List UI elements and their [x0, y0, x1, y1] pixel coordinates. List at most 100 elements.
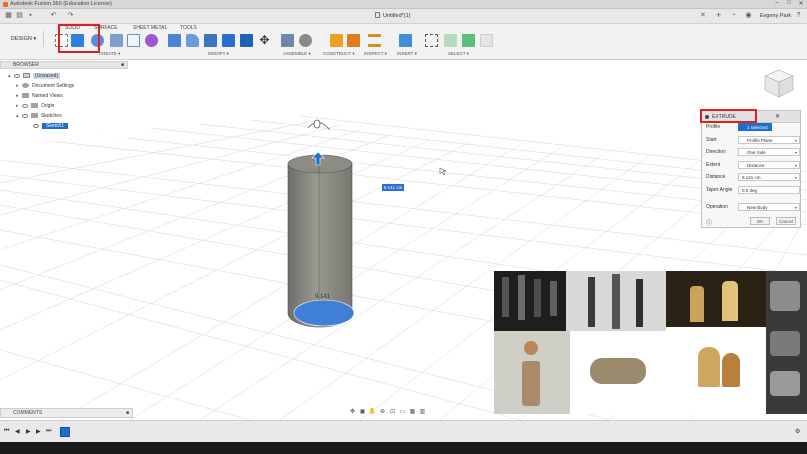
start-select[interactable]: Profile Plane ▾: [738, 136, 800, 144]
reference-image-5: [494, 331, 570, 414]
browser-item-origin[interactable]: ▸ Origin: [16, 102, 54, 110]
sweep-icon[interactable]: [110, 34, 123, 47]
operation-select[interactable]: New Body ▾: [738, 203, 800, 211]
paint-select-icon[interactable]: [462, 34, 475, 47]
pin-icon[interactable]: ■: [121, 62, 124, 69]
ok-button[interactable]: OK: [750, 217, 770, 225]
move-icon[interactable]: ✥: [258, 34, 271, 47]
viewports-icon[interactable]: ▥: [418, 408, 427, 416]
plane-at-angle-icon[interactable]: [347, 34, 360, 47]
timeline-sketch-item[interactable]: [60, 427, 70, 437]
fit-icon[interactable]: ⊡: [388, 408, 397, 416]
window-select-icon[interactable]: [444, 34, 457, 47]
direction-select[interactable]: One Side ▾: [738, 148, 800, 156]
insert-menu[interactable]: INSERT ▾: [397, 51, 417, 57]
inspect-menu[interactable]: INSPECT ▾: [364, 51, 387, 57]
press-pull-icon[interactable]: [168, 34, 181, 47]
combine-icon[interactable]: [240, 34, 253, 47]
tab-sheet-metal[interactable]: SHEET METAL: [133, 25, 167, 31]
create-menu[interactable]: CREATE ▾: [99, 51, 120, 57]
joint-icon[interactable]: [299, 34, 312, 47]
job-status-icon[interactable]: ◔: [729, 11, 738, 20]
select-menu[interactable]: SELECT ▾: [448, 51, 469, 57]
offset-plane-icon[interactable]: [330, 34, 343, 47]
browser-item-named-views[interactable]: ▸ Named Views: [16, 92, 63, 100]
eye-icon[interactable]: [14, 73, 20, 78]
browser-root[interactable]: ▴ (Unsaved): [8, 72, 61, 80]
browser-header[interactable]: BROWSER ■: [0, 61, 128, 69]
browser-item-sketches[interactable]: ▴ Sketches: [16, 112, 62, 120]
operation-label: Operation: [706, 204, 728, 210]
chevron-down-icon: ▾: [794, 205, 797, 210]
profile-selection[interactable]: 1 selected: [738, 123, 772, 131]
new-component-icon[interactable]: [281, 34, 294, 47]
close-button[interactable]: ✕: [796, 0, 806, 7]
info-icon[interactable]: ⓘ: [706, 218, 712, 227]
display-settings-icon[interactable]: ▭: [398, 408, 407, 416]
cancel-button[interactable]: Cancel: [776, 217, 796, 225]
assemble-menu[interactable]: ASSEMBLE ▾: [283, 51, 311, 57]
sketch-profile[interactable]: [293, 299, 355, 327]
close-icon[interactable]: ✕: [775, 111, 780, 123]
go-to-end-icon[interactable]: ⏭: [46, 428, 51, 435]
chamfer-icon[interactable]: [204, 34, 217, 47]
zoom-icon[interactable]: ⊕: [378, 408, 387, 416]
file-menu-icon[interactable]: ▤: [15, 11, 24, 20]
go-to-start-icon[interactable]: ⏮: [4, 428, 9, 435]
eye-icon[interactable]: [33, 123, 39, 128]
distance-input[interactable]: 9.141 cm: [382, 184, 404, 191]
timeline-bar: ⏮ ◀ ▶ ▶ ⏭ ⚙: [0, 420, 807, 442]
document-title[interactable]: Untitled*(1): [383, 13, 411, 19]
minimize-button[interactable]: –: [772, 0, 782, 6]
look-at-icon[interactable]: ▣: [358, 408, 367, 416]
shell-icon[interactable]: [222, 34, 235, 47]
play-icon[interactable]: ▶: [26, 428, 31, 435]
help-icon[interactable]: ?: [794, 11, 803, 20]
tab-tools[interactable]: TOOLS: [180, 25, 197, 31]
insert-image-icon[interactable]: [399, 34, 412, 47]
undo-icon[interactable]: ↶: [49, 11, 58, 20]
modify-menu[interactable]: MODIFY ▾: [208, 51, 229, 57]
save-icon[interactable]: ▪: [26, 11, 35, 20]
notifications-icon[interactable]: ◉: [744, 11, 753, 20]
step-forward-icon[interactable]: ▶: [36, 428, 41, 435]
extent-select[interactable]: Distance ▾: [738, 161, 800, 169]
redo-icon[interactable]: ↷: [66, 11, 75, 20]
measure-icon[interactable]: [368, 34, 381, 47]
viewcube[interactable]: [762, 66, 796, 100]
eye-icon[interactable]: [22, 113, 28, 118]
add-comment-icon[interactable]: ■: [126, 409, 129, 418]
chevron-down-icon: ▾: [794, 175, 797, 180]
select-icon[interactable]: [425, 34, 438, 47]
timeline-settings-icon[interactable]: ⚙: [795, 428, 800, 435]
select-filter-icon[interactable]: [480, 34, 493, 47]
pan-icon[interactable]: ✋: [368, 408, 377, 416]
chevron-down-icon: ▾: [794, 138, 797, 143]
new-tab-icon[interactable]: +: [716, 10, 721, 20]
comments-panel[interactable]: COMMENTS ■: [0, 408, 133, 418]
taper-angle-field[interactable]: 0.0 deg: [738, 186, 800, 194]
grid-menu-icon[interactable]: ▦: [4, 11, 13, 20]
fillet-icon[interactable]: [186, 34, 199, 47]
orbit-icon[interactable]: ✥: [348, 408, 357, 416]
reference-image-6: [572, 338, 666, 408]
form-icon[interactable]: [145, 34, 158, 47]
distance-field[interactable]: 9.141 cm ▾: [738, 173, 800, 181]
grid-settings-icon[interactable]: ▦: [408, 408, 417, 416]
root-label: (Unsaved): [33, 73, 61, 79]
step-back-icon[interactable]: ◀: [15, 428, 20, 435]
eye-icon[interactable]: [22, 103, 28, 108]
workspace-switcher[interactable]: DESIGN ▾: [4, 31, 44, 47]
maximize-button[interactable]: □: [784, 0, 794, 6]
browser-item-document-settings[interactable]: ▸ Document Settings: [16, 82, 74, 90]
user-name[interactable]: Evgeny Park: [760, 13, 791, 19]
construct-menu[interactable]: CONSTRUCT ▾: [323, 51, 355, 57]
viewcube-icon[interactable]: [762, 66, 796, 100]
close-tab-icon[interactable]: ✕: [700, 11, 706, 19]
angle-handle[interactable]: [313, 119, 321, 129]
distance-label: Distance: [706, 174, 726, 180]
document-tab-bar: ▦ ▤ ▪ ↶ ↷ Untitled*(1) ✕ + ◔ ◉ Evgeny Pa…: [0, 9, 807, 24]
browser-item-sketch1[interactable]: Sketch1: [33, 122, 69, 130]
extruded-cylinder[interactable]: [287, 154, 355, 328]
loft-icon[interactable]: [127, 34, 140, 47]
